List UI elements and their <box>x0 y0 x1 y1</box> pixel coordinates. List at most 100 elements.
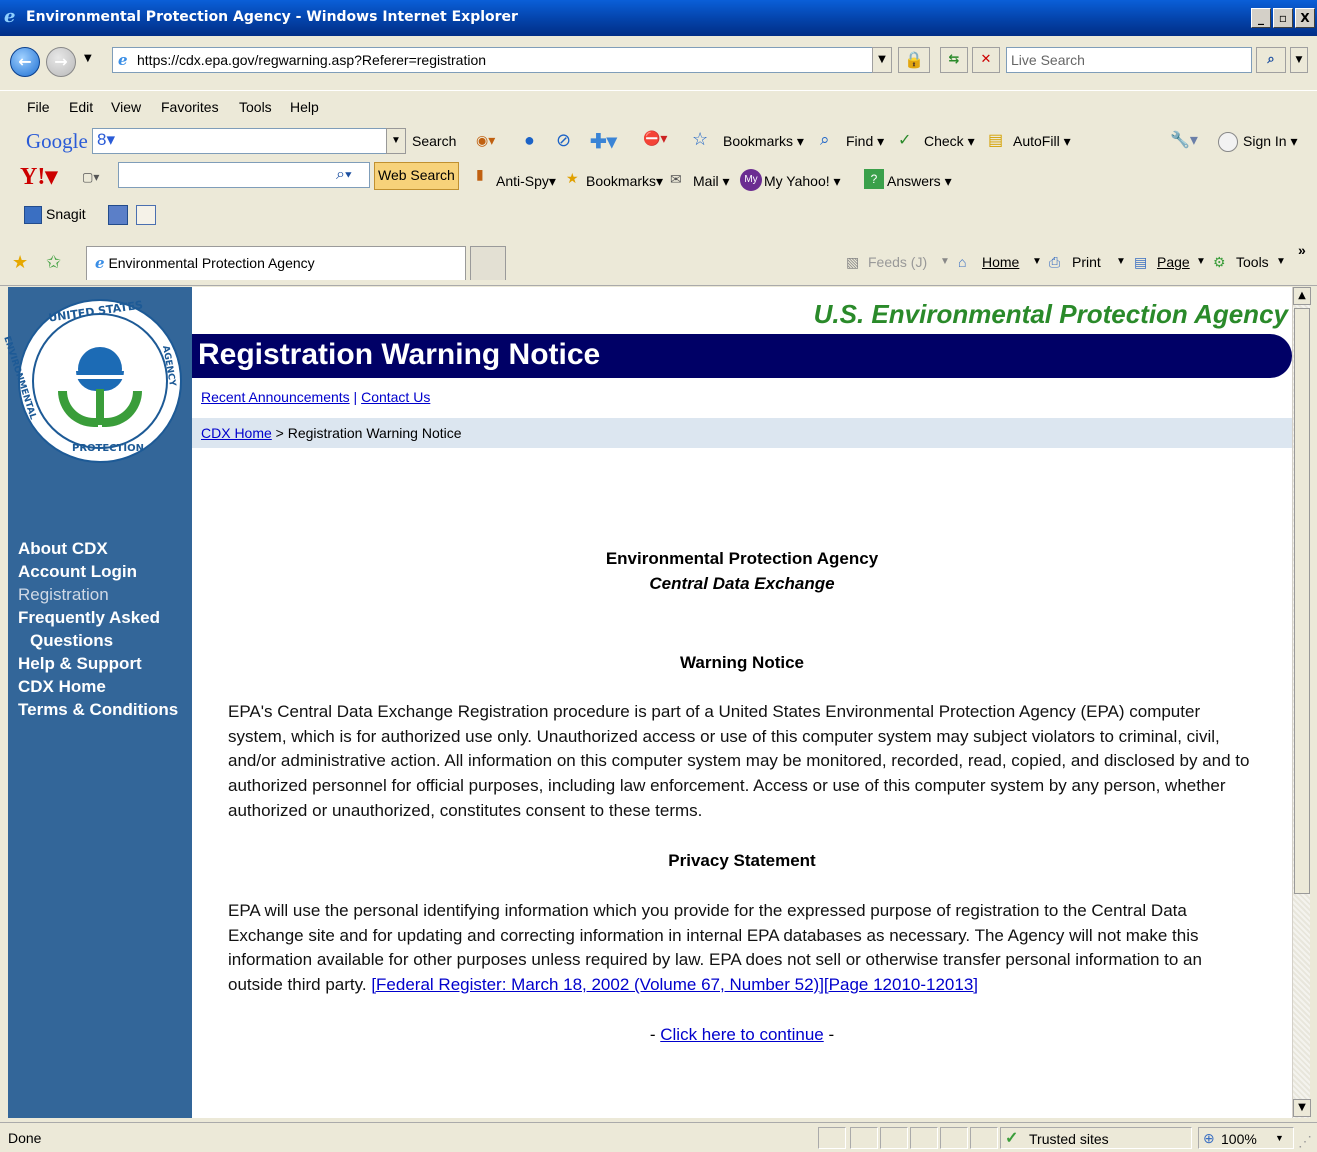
search-icon[interactable]: ⌕ <box>1256 47 1286 73</box>
stop-button[interactable]: ✕ <box>972 47 1000 73</box>
favorites-star-icon[interactable]: ★ <box>12 252 28 273</box>
yahoo-search-input[interactable] <box>118 162 370 188</box>
web-search-button[interactable]: Web Search <box>374 162 459 190</box>
home-button[interactable]: Home <box>982 254 1019 270</box>
sidebar-item-account-login[interactable]: Account Login <box>18 560 178 583</box>
plus-icon[interactable]: ✚▾ <box>590 129 617 154</box>
menu-tools[interactable]: Tools <box>239 99 272 115</box>
sidebar-item-about-cdx[interactable]: About CDX <box>18 537 178 560</box>
scroll-down-button[interactable]: ▼ <box>1293 1099 1311 1117</box>
page-dropdown-icon[interactable]: ▼ <box>1196 256 1206 267</box>
answers-icon: ? <box>864 169 884 189</box>
sidebar-item-cdx-home[interactable]: CDX Home <box>18 675 178 698</box>
check-label: Check <box>924 133 964 149</box>
mail-button[interactable]: Mail ▾ <box>693 173 730 190</box>
security-zone[interactable]: ✓ Trusted sites <box>1000 1127 1192 1149</box>
sidebar-item-faq-questions[interactable]: Questions <box>18 629 178 652</box>
resize-grip-icon[interactable]: ⋰ <box>1298 1133 1312 1150</box>
google-search-button[interactable]: Search <box>412 133 456 149</box>
org-subtitle: Central Data Exchange <box>649 574 835 593</box>
sidebar-nav: About CDX Account Login Registration Fre… <box>18 537 178 721</box>
tab-title: Environmental Protection Agency <box>108 255 315 271</box>
star-icon[interactable]: ☆ <box>692 129 708 150</box>
print-dropdown-icon[interactable]: ▼ <box>1116 256 1126 267</box>
menu-favorites[interactable]: Favorites <box>161 99 219 115</box>
home-dropdown-icon[interactable]: ▼ <box>1032 256 1042 267</box>
contact-us-link[interactable]: Contact Us <box>361 389 430 405</box>
google-search-input[interactable]: 8▾ <box>92 128 402 154</box>
answers-button[interactable]: Answers ▾ <box>887 173 952 190</box>
back-button[interactable]: ← <box>10 47 40 77</box>
snagit-editor-icon[interactable] <box>136 205 156 225</box>
address-input[interactable]: e https://cdx.epa.gov/regwarning.asp?Ref… <box>112 47 890 73</box>
antispy-button[interactable]: Anti-Spy▾ <box>496 173 556 190</box>
address-dropdown-button[interactable]: ▼ <box>872 47 892 73</box>
lock-icon[interactable]: 🔒 <box>898 47 930 73</box>
menu-file[interactable]: File <box>27 99 50 115</box>
continue-link[interactable]: Click here to continue <box>660 1025 823 1044</box>
globe-icon[interactable]: ● <box>524 130 535 151</box>
my-yahoo-button[interactable]: My Yahoo! ▾ <box>764 173 841 190</box>
my-yahoo-label: My Yahoo! <box>764 173 830 189</box>
snagit-capture-icon[interactable] <box>108 205 128 225</box>
find-button[interactable]: Find ▾ <box>846 133 884 150</box>
close-button[interactable]: X <box>1295 8 1315 28</box>
tools-dropdown-icon[interactable]: ▼ <box>1276 256 1286 267</box>
find-icon[interactable]: ⌕ <box>820 130 830 150</box>
yahoo-search-icon[interactable]: ⌕▾ <box>336 166 352 184</box>
menu-view[interactable]: View <box>111 99 141 115</box>
page-icon: e <box>118 51 128 69</box>
recent-announcements-link[interactable]: Recent Announcements <box>201 389 350 405</box>
autofill-button[interactable]: AutoFill ▾ <box>1013 133 1071 150</box>
tools-menu-button[interactable]: Tools <box>1236 254 1269 270</box>
tab-epa[interactable]: e Environmental Protection Agency <box>86 246 466 280</box>
google-bookmarks-label: Bookmarks <box>723 133 794 149</box>
autofill-icon[interactable]: ▤ <box>988 130 1003 150</box>
feeds-button[interactable]: Feeds (J) <box>868 254 927 270</box>
popup-blocker-icon[interactable]: ⊘ <box>556 130 571 151</box>
signin-button[interactable]: Sign In ▾ <box>1243 133 1298 150</box>
yahoo-logo-icon[interactable]: Y!▾ <box>20 162 57 191</box>
blocked-icon[interactable]: ⛔▾ <box>643 130 667 147</box>
breadcrumb-cdx-home-link[interactable]: CDX Home <box>201 425 272 441</box>
print-button[interactable]: Print <box>1072 254 1101 270</box>
feeds-dropdown-icon[interactable]: ▼ <box>940 256 950 267</box>
sidebar-item-help-support[interactable]: Help & Support <box>18 652 178 675</box>
yahoo-bookmarks-button[interactable]: Bookmarks▾ <box>586 173 663 190</box>
yahoo-bookmarks-icon: ★ <box>566 170 579 186</box>
status-bar: Done ✓ Trusted sites ⊕ 100% ▼ ⋰ <box>0 1122 1317 1152</box>
snagit-button[interactable]: Snagit <box>46 206 86 222</box>
feeds-icon: ▧ <box>846 254 860 270</box>
check-button[interactable]: Check ▾ <box>924 133 975 150</box>
add-favorite-icon[interactable]: ✩ <box>46 252 61 273</box>
search-input[interactable]: Live Search <box>1006 47 1252 73</box>
zoom-control[interactable]: ⊕ 100% ▼ <box>1198 1127 1294 1149</box>
spellcheck-icon[interactable]: ✓ <box>898 130 911 150</box>
search-options-button[interactable]: ▼ <box>1290 47 1308 73</box>
page-menu-button[interactable]: Page <box>1157 254 1190 270</box>
yahoo-options-icon[interactable]: ▢▾ <box>82 170 99 184</box>
scroll-up-button[interactable]: ▲ <box>1293 287 1311 305</box>
sidebar-item-terms[interactable]: Terms & Conditions <box>18 698 178 721</box>
forward-button[interactable]: → <box>46 47 76 77</box>
sidebar-item-faq[interactable]: Frequently Asked <box>18 606 178 629</box>
continue-prefix: - <box>649 1025 661 1044</box>
pagerank-icon[interactable]: ◉▾ <box>476 132 495 149</box>
menu-help[interactable]: Help <box>290 99 319 115</box>
history-dropdown-icon[interactable]: ▼ <box>84 53 92 64</box>
federal-register-link[interactable]: [Federal Register: March 18, 2002 (Volum… <box>371 975 978 994</box>
scroll-thumb[interactable] <box>1294 308 1310 894</box>
refresh-button[interactable]: ⇆ <box>940 47 968 73</box>
wrench-icon[interactable]: 🔧▾ <box>1170 130 1198 150</box>
tab-bar: ★ ✩ e Environmental Protection Agency ▧ … <box>0 238 1317 286</box>
menu-edit[interactable]: Edit <box>69 99 93 115</box>
google-dropdown-button[interactable]: ▼ <box>386 128 406 154</box>
maximize-button[interactable]: ▫ <box>1273 8 1293 28</box>
chevron-more-icon[interactable]: » <box>1298 242 1306 258</box>
address-toolbar: ← → ▼ e https://cdx.epa.gov/regwarning.a… <box>0 36 1317 90</box>
google-bookmarks-button[interactable]: Bookmarks ▾ <box>723 133 804 150</box>
top-links: Recent Announcements | Contact Us <box>201 389 430 405</box>
new-tab-button[interactable] <box>470 246 506 280</box>
minimize-button[interactable]: _ <box>1251 8 1271 28</box>
vertical-scrollbar[interactable]: ▲ ▼ <box>1292 287 1311 1118</box>
